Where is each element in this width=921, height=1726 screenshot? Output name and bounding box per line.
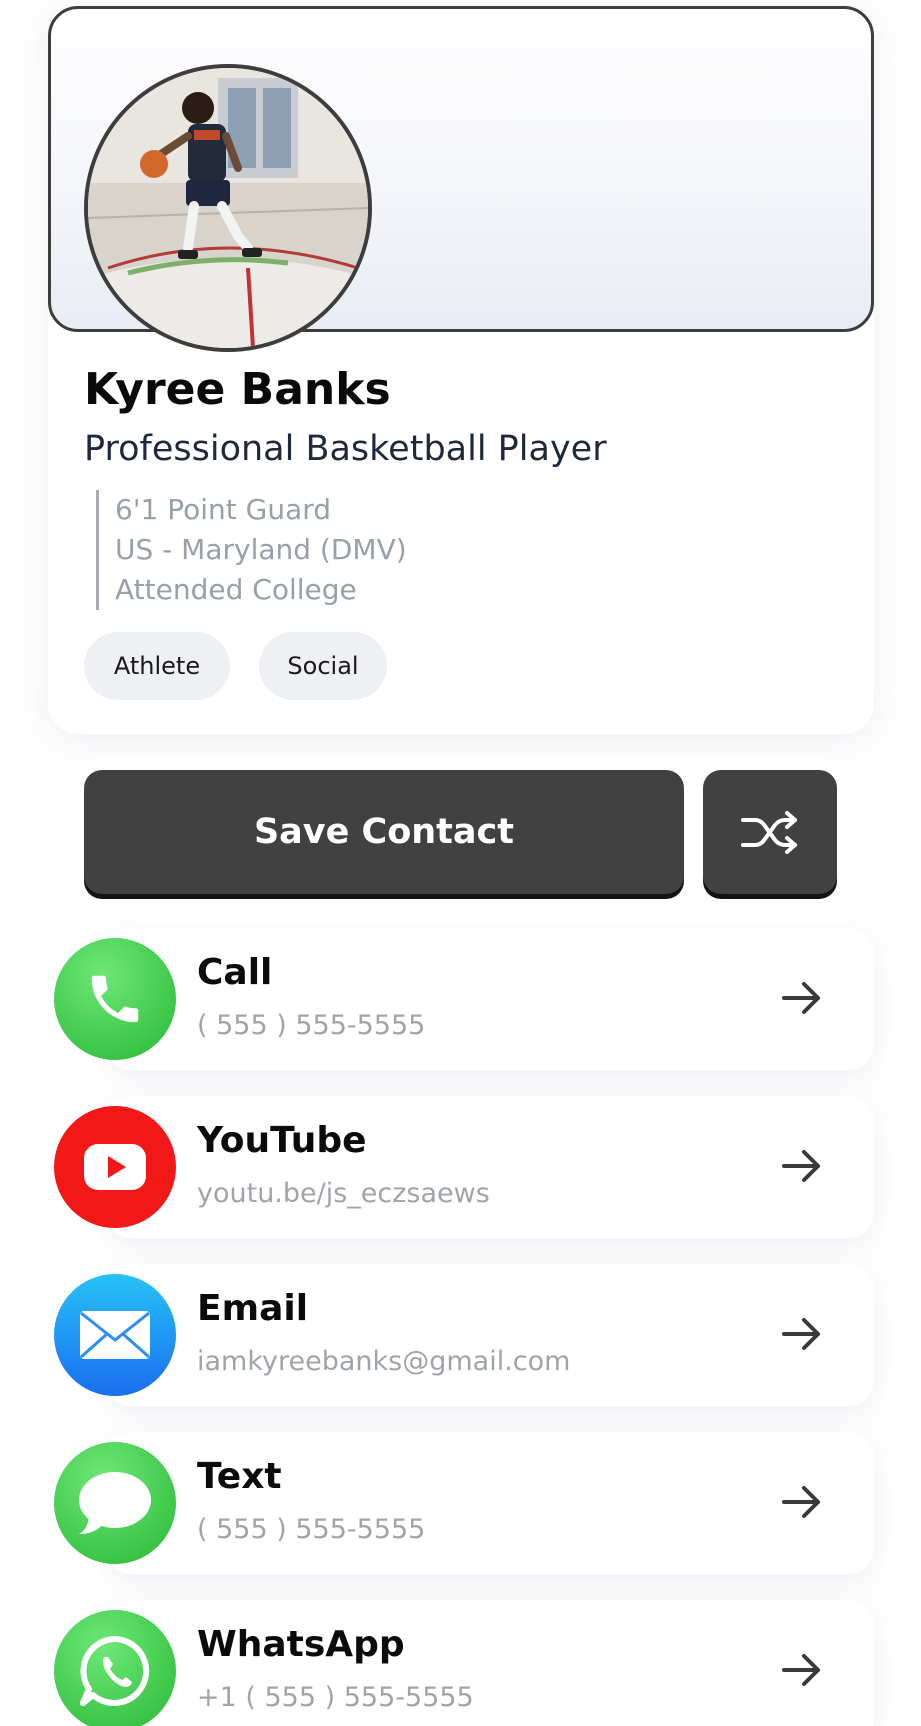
arrow-right-icon[interactable] [780, 1314, 824, 1354]
arrow-right-icon[interactable] [780, 1146, 824, 1186]
message-icon[interactable] [54, 1442, 176, 1564]
link-title-whatsapp: WhatsApp [197, 1624, 405, 1665]
link-subtitle-youtube: youtu.be/js_eczsaews [197, 1178, 490, 1209]
link-subtitle-text: ( 555 ) 555-5555 [197, 1514, 426, 1545]
link-subtitle-whatsapp: +1 ( 555 ) 555-5555 [197, 1682, 474, 1713]
bio-line-location: US - Maryland (DMV) [115, 533, 407, 566]
link-title-call: Call [197, 952, 273, 993]
shuffle-button[interactable] [703, 770, 837, 894]
avatar-photo [88, 68, 368, 348]
link-title-youtube: YouTube [197, 1120, 367, 1161]
tag-social[interactable]: Social [259, 632, 387, 700]
link-title-email: Email [197, 1288, 309, 1329]
bio-line-position: 6'1 Point Guard [115, 493, 332, 526]
mail-icon[interactable] [54, 1274, 176, 1396]
profile-title: Professional Basketball Player [84, 429, 607, 469]
shuffle-icon [741, 811, 797, 854]
link-subtitle-call: ( 555 ) 555-5555 [197, 1010, 426, 1041]
link-subtitle-email: iamkyreebanks@gmail.com [197, 1346, 571, 1377]
profile-bio: 6'1 Point Guard US - Maryland (DMV) Atte… [96, 490, 407, 610]
whatsapp-icon[interactable] [54, 1610, 176, 1726]
profile-name: Kyree Banks [84, 364, 391, 415]
arrow-right-icon[interactable] [780, 978, 824, 1018]
contact-card-page: Kyree Banks Professional Basketball Play… [0, 0, 921, 1726]
arrow-right-icon[interactable] [780, 1650, 824, 1690]
phone-icon[interactable] [54, 938, 176, 1060]
youtube-icon[interactable] [54, 1106, 176, 1228]
link-title-text: Text [197, 1456, 282, 1497]
tag-athlete[interactable]: Athlete [84, 632, 230, 700]
bio-line-education: Attended College [115, 573, 357, 606]
save-contact-button[interactable]: Save Contact [84, 770, 684, 894]
avatar[interactable] [84, 64, 372, 352]
arrow-right-icon[interactable] [780, 1482, 824, 1522]
